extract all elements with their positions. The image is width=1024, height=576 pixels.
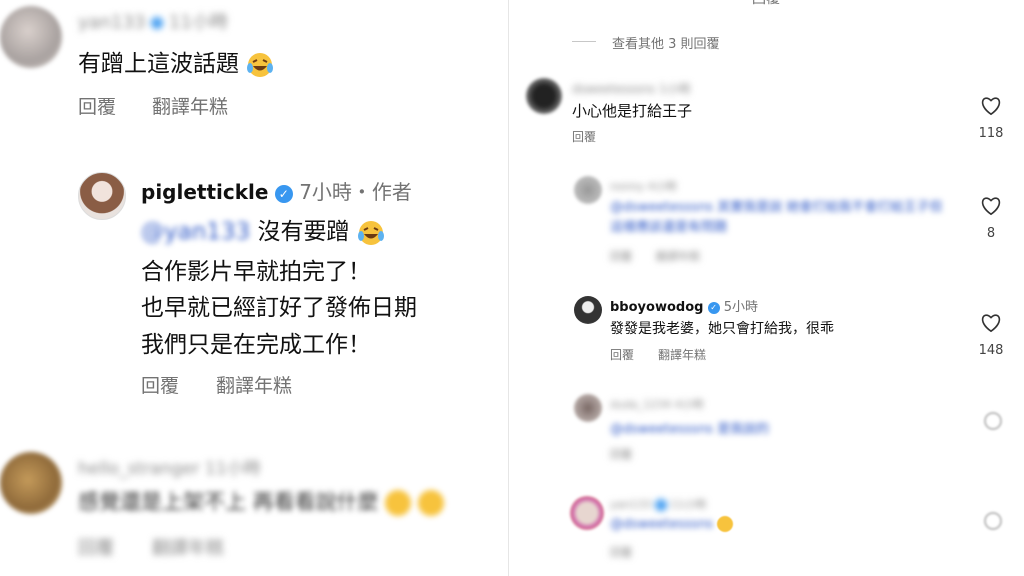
comment-time: 1小時 — [658, 82, 691, 96]
reply-button[interactable]: 回覆 — [78, 534, 114, 560]
username-text[interactable]: bboyowodog — [610, 300, 703, 315]
like-count: 148 — [978, 343, 1004, 358]
reply-button[interactable]: 回覆 — [610, 544, 632, 560]
reply-text: @dsweetesssns 其實我是說 她會打給我不會打給王子但這樣應該還是有問… — [610, 200, 943, 235]
reply-line-2: 合作影片早就拍完了！ — [141, 259, 371, 285]
reply-button[interactable]: 回覆 — [610, 248, 632, 264]
comment-username[interactable]: dsweetesssns 1小時 — [572, 80, 691, 97]
like-count: 8 — [986, 226, 996, 241]
reply-header: piglettickle ✓ 7小時・作者 — [141, 176, 412, 205]
reply-time: 5小時 — [723, 300, 758, 315]
view-more-replies[interactable]: 查看其他 3 則回覆 — [612, 33, 720, 52]
reply-text: 發發是我老婆，她只會打給我，很乖 — [610, 321, 834, 337]
reply-button[interactable]: 回覆 — [78, 92, 116, 119]
heart-icon-faded[interactable] — [984, 512, 1002, 530]
verified-badge-icon: ✓ — [151, 17, 164, 29]
reply-button[interactable]: 回覆 — [572, 128, 596, 145]
reply-username[interactable]: duda_1234 4小時 — [610, 396, 704, 412]
translate-button[interactable]: 翻譯年糕 — [216, 371, 292, 398]
reply-username[interactable]: yan133 ✓ 11小時 — [610, 496, 706, 512]
avatar[interactable] — [526, 78, 562, 114]
reply-button[interactable]: 回覆 — [141, 371, 179, 398]
username-text[interactable]: nonny — [610, 180, 644, 193]
heart-icon[interactable] — [980, 313, 1002, 333]
view-more-line — [572, 41, 596, 42]
comment-time: 11小時 — [204, 459, 261, 479]
author-avatar[interactable] — [78, 172, 126, 220]
username-text[interactable]: dsweetesssns — [572, 82, 655, 96]
comment-text: 有蹭上這波話題 — [78, 44, 274, 79]
reply-button[interactable]: 回覆 — [610, 346, 634, 363]
comment-username[interactable]: yan133 ✓ 11小時 — [78, 8, 228, 34]
username-text[interactable]: duda_1234 — [610, 398, 671, 411]
avatar[interactable] — [574, 176, 602, 204]
like-count: 118 — [978, 126, 1004, 141]
emoji-icon — [717, 516, 734, 532]
reply-username[interactable]: nonny 4小時 — [610, 178, 677, 194]
reply-line-1: @yan133 沒有要蹭 — [141, 212, 385, 247]
comment-text-body: 感覺還是上架不上 再看看說什麼 — [78, 490, 379, 514]
avatar[interactable] — [574, 296, 602, 324]
comment-text-body: 有蹭上這波話題 — [78, 51, 239, 77]
username-text[interactable]: yan133 — [78, 12, 145, 33]
translate-button[interactable]: 翻譯年糕 — [656, 248, 700, 264]
reply-line-4: 我們只是在完成工作！ — [141, 332, 371, 358]
laughing-tears-emoji-icon — [357, 220, 384, 245]
emoji-icon — [385, 490, 412, 516]
reply-text: 沒有要蹭 — [257, 219, 350, 245]
comment-username[interactable]: hello_stranger 11小時 — [78, 454, 261, 479]
reply-button[interactable]: 回覆 — [610, 446, 632, 462]
left-comment-panel: yan133 ✓ 11小時 有蹭上這波話題 回覆 翻譯年糕 piglettick… — [0, 0, 508, 576]
translate-button[interactable]: 翻譯年糕 — [152, 92, 228, 119]
verified-badge-icon: ✓ — [654, 499, 667, 511]
username-text[interactable]: hello_stranger — [78, 459, 200, 479]
heart-icon-faded[interactable] — [984, 412, 1002, 430]
reply-text: @dsweetesssns 是我說的 — [610, 422, 770, 437]
verified-badge-icon: ✓ — [707, 301, 720, 314]
mention-link[interactable]: @yan133 — [141, 219, 250, 245]
translate-button[interactable]: 翻譯年糕 — [152, 534, 224, 560]
username-text[interactable]: yan133 — [610, 498, 651, 511]
reply-time: 4小時 — [647, 180, 677, 193]
laughing-tears-emoji-icon — [247, 52, 274, 77]
reply-time-author: 7小時・作者 — [299, 180, 412, 204]
heart-icon[interactable] — [980, 196, 1002, 216]
reply-time: 4小時 — [674, 398, 704, 411]
comment-text: 感覺還是上架不上 再看看說什麼 — [78, 486, 445, 516]
right-comment-panel: 回覆 查看其他 3 則回覆 dsweetesssns 1小時 小心他是打給王子 … — [514, 0, 1024, 576]
avatar[interactable] — [574, 394, 602, 422]
top-cut-label: 回覆 — [752, 0, 780, 8]
avatar[interactable] — [0, 6, 62, 68]
reply-text: @dsweetesssns — [610, 516, 714, 532]
reply-header: bboyowodog ✓ 5小時 — [610, 296, 758, 315]
translate-button[interactable]: 翻譯年糕 — [658, 346, 706, 363]
reply-text-row: @dsweetesssns — [610, 516, 734, 532]
reply-line-3: 也早就已經訂好了發佈日期 — [141, 295, 417, 321]
heart-icon[interactable] — [980, 96, 1002, 116]
verified-badge-icon: ✓ — [274, 184, 293, 203]
comment-time: 11小時 — [168, 12, 228, 33]
avatar[interactable] — [0, 452, 62, 514]
author-username[interactable]: piglettickle — [141, 180, 268, 204]
reply-time: 11小時 — [670, 498, 707, 511]
emoji-icon — [418, 490, 445, 516]
comment-text: 小心他是打給王子 — [572, 102, 693, 120]
avatar[interactable] — [570, 496, 604, 530]
